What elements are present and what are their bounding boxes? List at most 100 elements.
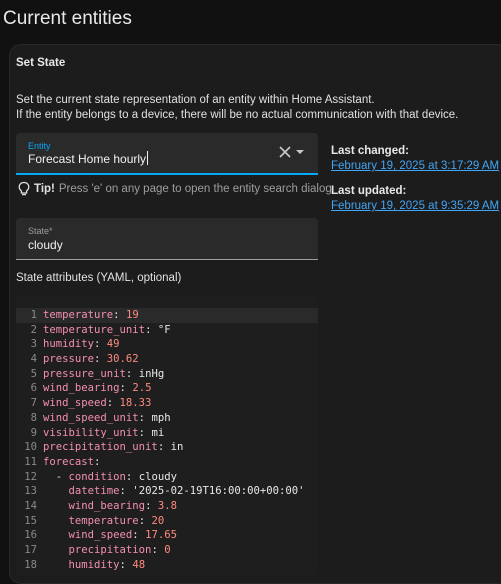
line-number: 12 (24, 470, 37, 483)
card-description-line1: Set the current state representation of … (16, 94, 375, 106)
line-number: 14 (24, 499, 37, 512)
yaml-key: pressure_unit (43, 367, 126, 380)
line-number: 6 (30, 382, 37, 395)
line-number: 9 (30, 426, 37, 439)
yaml-value: 49 (106, 338, 120, 351)
yaml-value: mph (151, 411, 171, 424)
yaml-value: in (170, 441, 184, 454)
yaml-code[interactable]: 1 temperature: 19 2 temperature_unit: °F 3 hu… (16, 308, 318, 572)
yaml-colon: : (138, 514, 152, 527)
last-changed-link[interactable]: February 19, 2025 at 3:17:29 AM (331, 160, 499, 172)
line-number: 4 (30, 353, 37, 366)
line-number: 5 (30, 367, 37, 380)
code-line[interactable]: 1 temperature: 19 (16, 308, 318, 323)
code-line[interactable]: 2 temperature_unit: °F (16, 323, 318, 338)
yaml-value: inHg (138, 367, 165, 380)
yaml-colon: : (94, 455, 101, 468)
yaml-value: °F (157, 323, 171, 336)
code-line[interactable]: 10 precipitation_unit: in (16, 440, 318, 455)
yaml-key: wind_bearing (68, 499, 146, 512)
code-line[interactable]: 17 precipitation: 0 (16, 543, 318, 558)
line-number: 17 (24, 544, 37, 556)
yaml-key: wind_speed (43, 397, 107, 410)
code-line[interactable]: 4 pressure: 30.62 (16, 352, 318, 367)
yaml-key: humidity (68, 558, 120, 571)
entity-field-value[interactable]: Forecast Home hourly (28, 151, 149, 166)
yaml-colon: : (145, 499, 158, 512)
tip-bold: Tip! (34, 183, 55, 195)
yaml-colon: : (157, 441, 171, 454)
yaml-colon: : (119, 485, 133, 498)
yaml-key: forecast (43, 455, 95, 468)
yaml-key: visibility_unit (43, 426, 139, 439)
yaml-key: temperature (68, 514, 139, 527)
state-field-value[interactable]: cloudy (28, 238, 63, 252)
last-updated-link[interactable]: February 19, 2025 at 9:35:29 AM (331, 200, 499, 212)
code-line[interactable]: 12 - condition: cloudy (16, 470, 318, 485)
tip-row: Tip! Press 'e' on any page to open the e… (17, 181, 332, 197)
close-icon[interactable] (278, 145, 292, 159)
state-field-label: State* (28, 226, 53, 236)
line-number: 1 (30, 309, 37, 321)
line-number: 11 (24, 455, 37, 468)
yaml-value: 0 (164, 544, 171, 556)
code-line[interactable]: 13 datetime: '2025-02-19T16:00:00+00:00' (16, 484, 318, 499)
yaml-colon: : (125, 367, 139, 380)
line-number: 10 (24, 441, 37, 454)
yaml-key: wind_speed (68, 529, 133, 542)
yaml-value: 48 (132, 558, 146, 571)
code-line[interactable]: 14 wind_bearing: 3.8 (16, 499, 318, 514)
code-line[interactable]: 8 wind_speed_unit: mph (16, 411, 318, 426)
yaml-value: '2025-02-19T16:00:00+00:00' (132, 485, 305, 498)
yaml-key: condition (68, 470, 126, 483)
code-line[interactable]: 3 humidity: 49 (16, 337, 318, 352)
attributes-label: State attributes (YAML, optional) (16, 272, 182, 284)
yaml-key: wind_speed_unit (43, 411, 139, 424)
last-updated-label: Last updated: (331, 185, 407, 197)
yaml-value: 2.5 (132, 382, 152, 395)
yaml-value: 19 (125, 309, 139, 321)
card-title: Set State (16, 57, 66, 69)
code-line[interactable]: 15 temperature: 20 (16, 514, 318, 529)
yaml-colon: : (145, 323, 158, 336)
yaml-key: precipitation (68, 544, 152, 556)
card-description-line2: If the entity belongs to a device, there… (16, 109, 459, 121)
yaml-key: precipitation_unit (43, 441, 158, 454)
code-line[interactable]: 9 visibility_unit: mi (16, 426, 318, 441)
yaml-colon: : (119, 558, 133, 571)
yaml-colon: : (125, 470, 139, 483)
yaml-colon: : (132, 529, 146, 542)
code-line[interactable]: 16 wind_speed: 17.65 (16, 528, 318, 543)
line-number: 3 (30, 338, 37, 351)
yaml-value: 17.65 (145, 529, 177, 542)
yaml-colon: : (106, 397, 120, 410)
yaml-colon: : (94, 353, 107, 366)
line-number: 16 (24, 529, 37, 542)
yaml-key: wind_bearing (43, 382, 120, 395)
yaml-colon: : (151, 544, 165, 556)
yaml-key: temperature_unit (43, 323, 146, 336)
code-line[interactable]: 7 wind_speed: 18.33 (16, 396, 318, 411)
line-number: 7 (30, 397, 37, 410)
entity-picker[interactable]: Entity Forecast Home hourly (16, 133, 318, 175)
line-number: 18 (24, 558, 37, 571)
entity-field-label: Entity (28, 141, 51, 151)
state-field[interactable]: State* cloudy (16, 218, 318, 260)
code-line[interactable]: 5 pressure_unit: inHg (16, 367, 318, 382)
line-number: 15 (24, 514, 37, 527)
yaml-editor[interactable]: 1 temperature: 19 2 temperature_unit: °F 3 hu… (16, 296, 318, 576)
code-line[interactable]: 18 humidity: 48 (16, 558, 318, 573)
menu-down-icon[interactable] (295, 148, 305, 156)
yaml-key: datetime (68, 485, 120, 498)
tip-text: Press 'e' on any page to open the entity… (58, 183, 332, 195)
page-title: Current entities (3, 8, 132, 29)
line-number: 2 (30, 323, 37, 336)
yaml-key: pressure (43, 353, 95, 366)
code-line[interactable]: 11 forecast: (16, 455, 318, 470)
code-line[interactable]: 6 wind_bearing: 2.5 (16, 381, 318, 396)
